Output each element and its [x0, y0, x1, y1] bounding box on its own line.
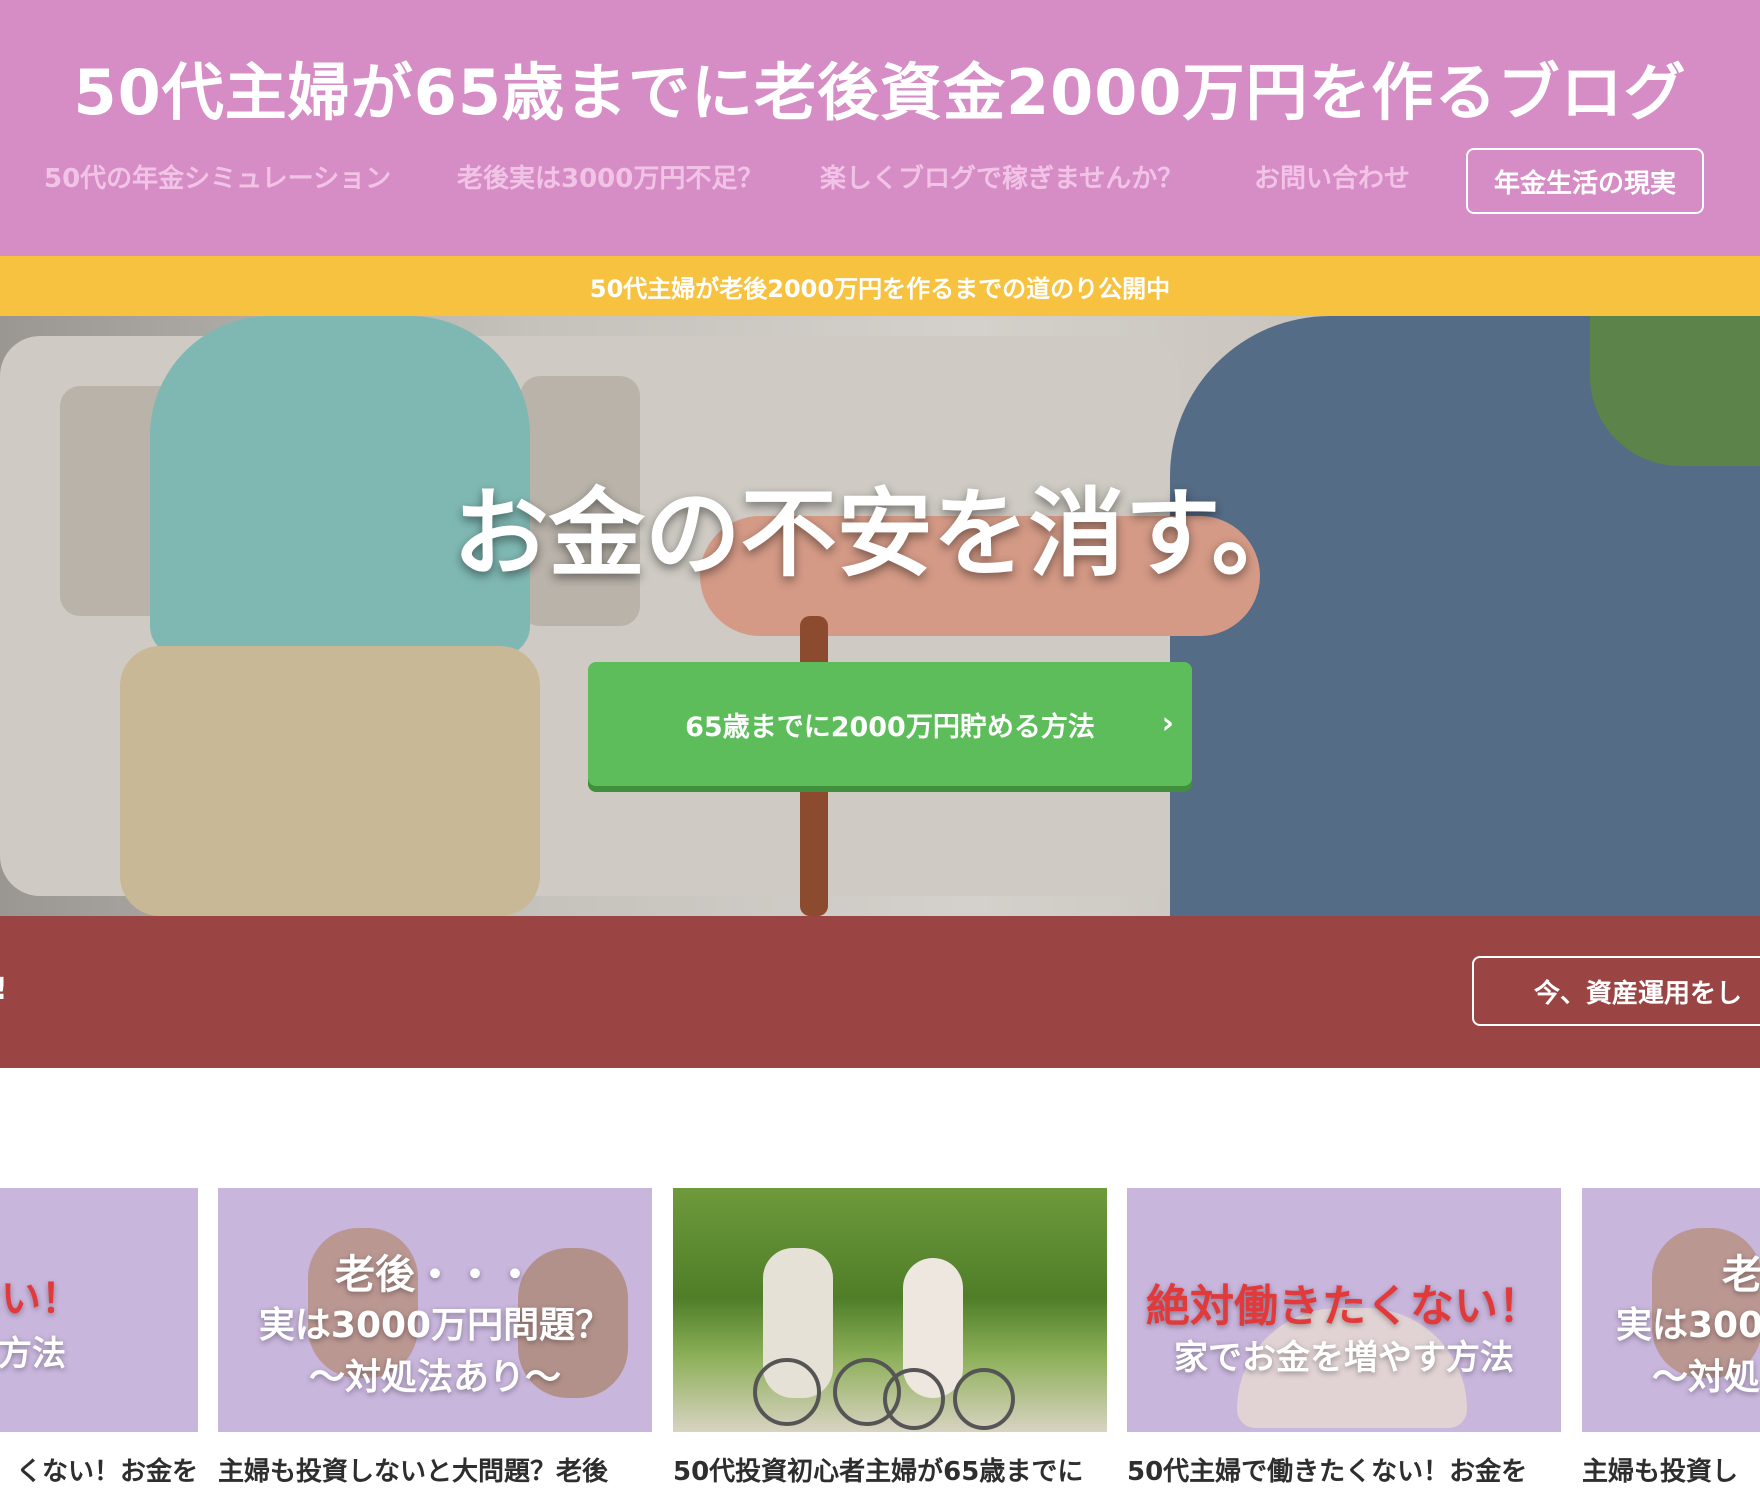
thumb-caption: 絶対働きたくない！ — [1146, 1281, 1542, 1332]
thumb-caption: 増やす方法 — [0, 1334, 66, 1374]
article-card[interactable]: 50代投資初心者主婦が65歳までに — [673, 1188, 1107, 1510]
thumb-caption: 家でお金を増やす方法 — [1174, 1338, 1514, 1378]
article-card[interactable]: 老後 実は300 〜対処 主婦も投資し — [1582, 1188, 1760, 1510]
article-thumbnail[interactable]: たくない！ 増やす方法 — [0, 1188, 198, 1432]
bicycle-wheel — [883, 1368, 945, 1430]
site-title[interactable]: 50代主婦が65歳までに老後資金2000万円を作るブログ — [0, 42, 1760, 132]
woman-legs — [120, 646, 540, 916]
article-title[interactable]: 主婦も投資しないと大問題？老後 — [218, 1452, 652, 1510]
article-thumbnail[interactable] — [673, 1188, 1107, 1432]
article-card[interactable]: たくない！ 増やす方法 くない！お金を — [0, 1188, 198, 1510]
thumb-caption: 老後 — [1722, 1252, 1760, 1298]
article-title[interactable]: 主婦も投資し — [1582, 1452, 1760, 1510]
article-carousel: たくない！ 増やす方法 くない！お金を 老後・・・ 実は3000万円問題？ 〜対… — [0, 1188, 1760, 1510]
bicycle-wheel — [753, 1358, 821, 1426]
promo-band-text: ! — [0, 972, 8, 1007]
article-thumbnail[interactable]: 老後・・・ 実は3000万円問題？ 〜対処法あり〜 — [218, 1188, 652, 1432]
article-title[interactable]: 50代投資初心者主婦が65歳までに — [673, 1452, 1107, 1510]
bicycle-wheel — [953, 1368, 1015, 1430]
article-card[interactable]: 老後・・・ 実は3000万円問題？ 〜対処法あり〜 主婦も投資しないと大問題？老… — [218, 1188, 652, 1510]
chevron-right-icon: › — [1161, 706, 1174, 741]
hero-cta-label: 65歳までに2000万円貯める方法 — [685, 711, 1095, 743]
promo-band-button[interactable]: 今、資産運用をし — [1472, 956, 1760, 1026]
hero-section: お金の不安を消す。 65歳までに2000万円貯める方法 › — [0, 316, 1760, 916]
thumb-caption: 〜対処 — [1652, 1357, 1760, 1398]
notice-bar[interactable]: 50代主婦が老後2000万円を作るまでの道のり公開中 — [0, 256, 1760, 316]
article-card[interactable]: 絶対働きたくない！ 家でお金を増やす方法 50代主婦で働きたくない！お金を — [1127, 1188, 1561, 1510]
nav-item-pension-simulation[interactable]: 50代の年金シミュレーション — [44, 158, 391, 195]
article-title[interactable]: 50代主婦で働きたくない！お金を — [1127, 1452, 1561, 1510]
article-thumbnail[interactable]: 老後 実は300 〜対処 — [1582, 1188, 1760, 1432]
thumb-caption: 実は3000万円問題？ — [258, 1305, 612, 1346]
article-thumbnail[interactable]: 絶対働きたくない！ 家でお金を増やす方法 — [1127, 1188, 1561, 1432]
hero-headline: お金の不安を消す。 — [452, 477, 1308, 590]
thumb-caption: 〜対処法あり〜 — [308, 1357, 561, 1398]
main-nav: 50代の年金シミュレーション 老後実は3000万円不足？ 楽しくブログで稼ぎませ… — [0, 148, 1760, 218]
site-header: 50代主婦が65歳までに老後資金2000万円を作るブログ 50代の年金シミュレー… — [0, 0, 1760, 256]
hero-cta-button[interactable]: 65歳までに2000万円貯める方法 › — [588, 662, 1192, 786]
article-title[interactable]: くない！お金を — [0, 1452, 198, 1510]
nav-item-3000-shortage[interactable]: 老後実は3000万円不足？ — [457, 158, 763, 195]
nav-cta-button[interactable]: 年金生活の現実 — [1466, 148, 1704, 214]
thumb-caption: 実は300 — [1616, 1305, 1760, 1346]
thumb-caption: たくない！ — [0, 1276, 81, 1322]
thumb-caption: 老後・・・ — [335, 1252, 535, 1298]
promo-band: ! 今、資産運用をし — [0, 916, 1760, 1068]
nav-item-contact[interactable]: お問い合わせ — [1254, 158, 1410, 195]
nav-item-blog-earning[interactable]: 楽しくブログで稼ぎませんか？ — [820, 158, 1183, 195]
